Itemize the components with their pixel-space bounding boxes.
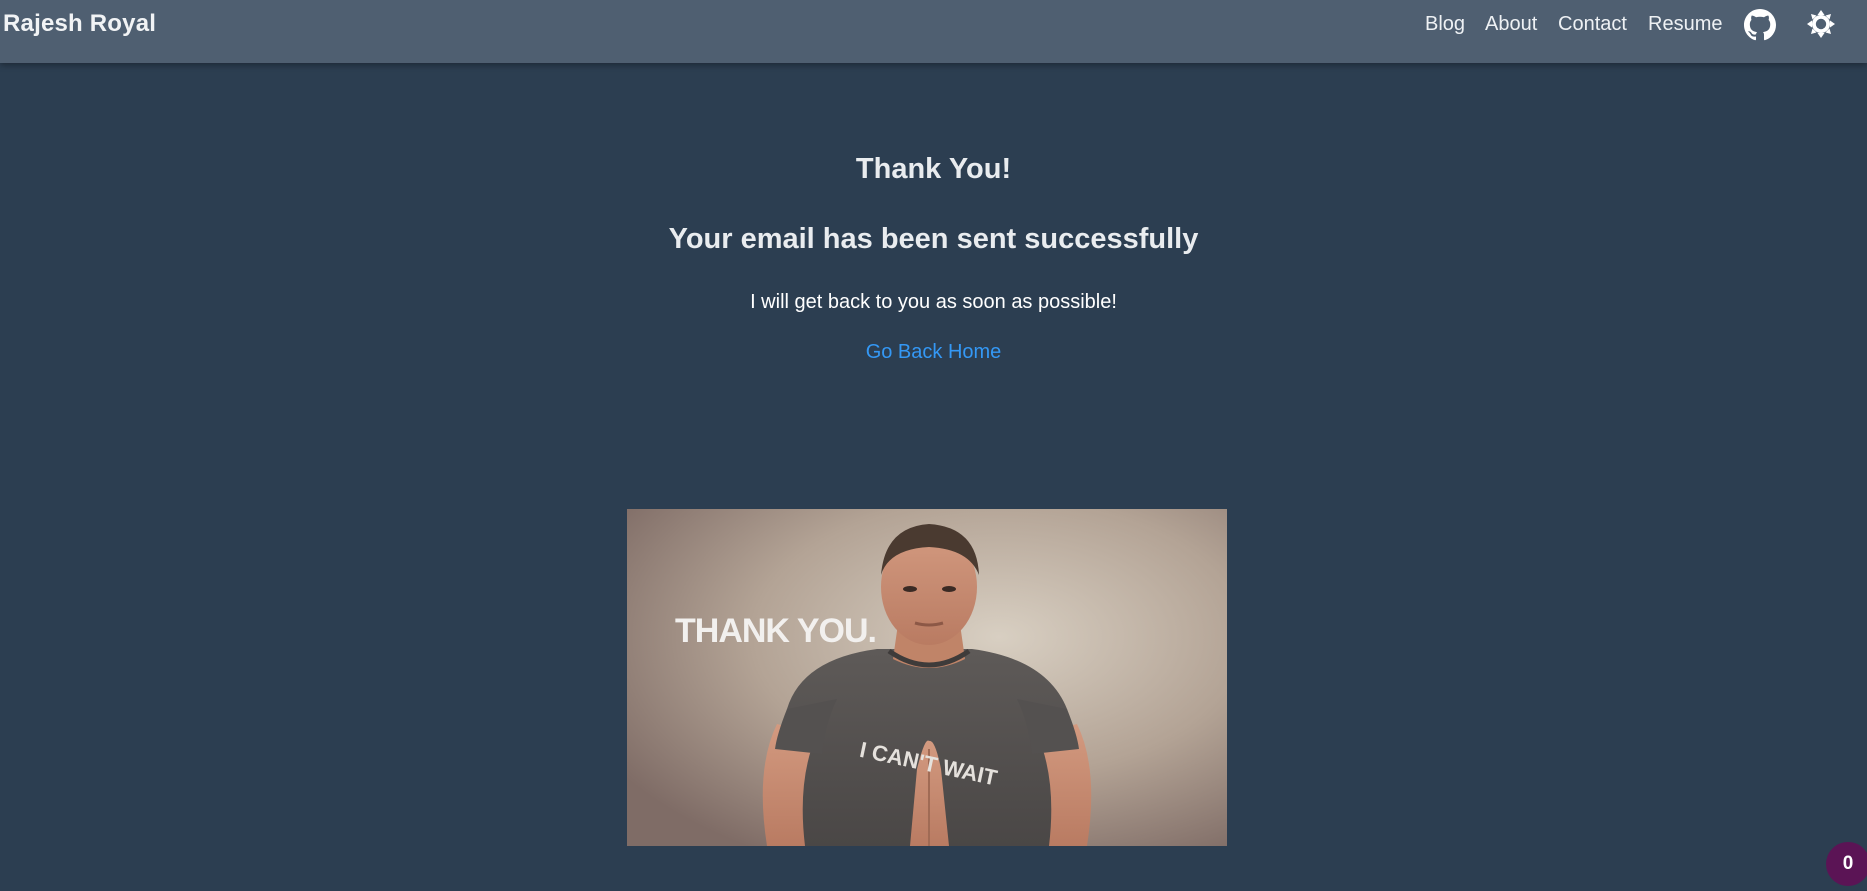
nav-link-about[interactable]: About	[1485, 13, 1537, 36]
site-brand[interactable]: Rajesh Royal	[3, 10, 156, 38]
nav-link-resume[interactable]: Resume	[1648, 13, 1722, 36]
github-icon[interactable]	[1744, 9, 1776, 41]
thank-you-gif: I CAN'T WAIT THANK YOU.	[627, 509, 1227, 846]
follow-up-message: I will get back to you as soon as possib…	[750, 291, 1117, 313]
notification-badge[interactable]: 0	[1826, 842, 1867, 886]
gif-caption: THANK YOU.	[675, 612, 876, 650]
nav-link-contact[interactable]: Contact	[1558, 13, 1627, 36]
go-back-home-container: Go Back Home	[0, 341, 1867, 364]
sun-icon[interactable]	[1806, 9, 1836, 39]
thank-you-heading: Thank You!	[855, 153, 1012, 185]
success-heading: Your email has been sent successfully	[668, 223, 1199, 255]
nav-link-blog[interactable]: Blog	[1425, 13, 1465, 36]
go-back-home-link[interactable]: Go Back Home	[866, 341, 1002, 363]
top-navbar: Rajesh Royal Blog About Contact Resume	[0, 0, 1867, 63]
